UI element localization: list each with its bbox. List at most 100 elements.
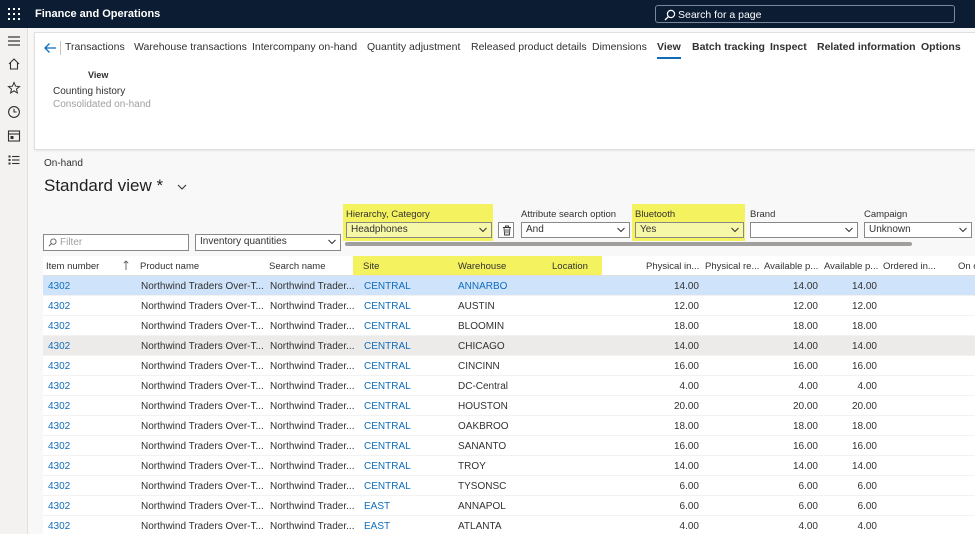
table-row[interactable]: 4302 Northwind Traders Over-T... Northwind… (43, 416, 975, 436)
table-row[interactable]: 4302 Northwind Traders Over-T... Northwind… (43, 376, 975, 396)
item-number-link[interactable]: 4302 (48, 461, 70, 472)
list-icon[interactable] (7, 153, 21, 167)
workspace-icon[interactable] (7, 129, 21, 143)
tab-options[interactable]: Options (921, 41, 961, 53)
hamburger-icon[interactable] (7, 34, 21, 48)
item-number-link[interactable]: 4302 (48, 321, 70, 332)
waffle-icon[interactable] (8, 8, 20, 20)
item-number-link[interactable]: 4302 (48, 481, 70, 492)
site-cell: CENTRAL (364, 381, 411, 392)
campaign-select[interactable]: Unknown (864, 222, 972, 238)
col-ordered-in-total[interactable]: Ordered in... (883, 261, 936, 272)
app-title[interactable]: Finance and Operations (35, 8, 160, 20)
site-cell: CENTRAL (364, 301, 411, 312)
search-name-cell: Northwind Trader... (270, 441, 355, 452)
table-row[interactable]: 4302 Northwind Traders Over-T... Northwind… (43, 276, 975, 296)
back-arrow-icon[interactable] (43, 41, 57, 55)
clear-filters-button[interactable] (498, 222, 514, 238)
hierarchy-value: Headphones (351, 224, 408, 235)
tab-released-product-details[interactable]: Released product details (471, 41, 587, 53)
hierarchy-select[interactable]: Headphones (346, 222, 492, 238)
col-on-order[interactable]: On o (958, 261, 975, 272)
item-number-link[interactable]: 4302 (48, 521, 70, 532)
item-number-link[interactable]: 4302 (48, 361, 70, 372)
col-product-name[interactable]: Product name (140, 261, 199, 272)
col-site[interactable]: Site (363, 261, 379, 272)
warehouse-cell: CINCINN (458, 361, 500, 372)
table-row[interactable]: 4302 Northwind Traders Over-T... Northwind… (43, 436, 975, 456)
available-physical-cell: 4.00 (798, 381, 818, 392)
table-row[interactable]: 4302 Northwind Traders Over-T... Northwind… (43, 496, 975, 516)
physical-inventory-cell: 14.00 (673, 341, 699, 352)
tab-transactions[interactable]: Transactions (65, 41, 125, 53)
available-physical-2-cell: 16.00 (851, 441, 877, 452)
filter-input[interactable]: Filter (43, 234, 189, 251)
product-name-cell: Northwind Traders Over-T... (141, 521, 264, 532)
physical-inventory-cell: 6.00 (679, 501, 699, 512)
chevron-down-icon[interactable] (177, 183, 187, 191)
item-number-link[interactable]: 4302 (48, 501, 70, 512)
table-row[interactable]: 4302 Northwind Traders Over-T... Northwind… (43, 296, 975, 316)
tab-view[interactable]: View (657, 41, 681, 59)
product-name-cell: Northwind Traders Over-T... (141, 481, 264, 492)
physical-inventory-cell: 4.00 (679, 521, 699, 532)
campaign-label: Campaign (864, 209, 908, 220)
available-physical-2-cell: 4.00 (857, 381, 877, 392)
item-number-link[interactable]: 4302 (48, 281, 70, 292)
table-row[interactable]: 4302 Northwind Traders Over-T... Northwind… (43, 336, 975, 356)
col-physical-inventory[interactable]: Physical in... (646, 261, 699, 272)
tab-warehouse-transactions[interactable]: Warehouse transactions (134, 41, 247, 53)
search-name-cell: Northwind Trader... (270, 281, 355, 292)
product-name-cell: Northwind Traders Over-T... (141, 341, 264, 352)
col-item-number[interactable]: Item number (46, 261, 99, 272)
table-row[interactable]: 4302 Northwind Traders Over-T... Northwind… (43, 396, 975, 416)
product-name-cell: Northwind Traders Over-T... (141, 401, 264, 412)
sort-arrow-icon[interactable] (123, 260, 129, 271)
available-physical-2-cell: 4.00 (857, 521, 877, 532)
consolidated-on-hand-button[interactable]: Consolidated on-hand (53, 99, 151, 110)
col-available-physical[interactable]: Available p... (764, 261, 818, 272)
table-row[interactable]: 4302 Northwind Traders Over-T... Northwind… (43, 516, 975, 534)
attr-search-select[interactable]: And (521, 222, 630, 238)
chevron-down-icon (479, 227, 487, 233)
page-title[interactable]: Standard view * (44, 176, 163, 196)
clock-icon[interactable] (7, 105, 21, 119)
table-row[interactable]: 4302 Northwind Traders Over-T... Northwind… (43, 316, 975, 336)
item-number-link[interactable]: 4302 (48, 421, 70, 432)
warehouse-cell: TROY (458, 461, 486, 472)
home-icon[interactable] (7, 57, 21, 71)
warehouse-cell: BLOOMIN (458, 321, 505, 332)
search-box[interactable]: Search for a page (655, 5, 955, 23)
tab-inspect[interactable]: Inspect (770, 41, 807, 53)
col-location[interactable]: Location (552, 261, 588, 272)
col-available-physical-2[interactable]: Available p... (824, 261, 878, 272)
table-row[interactable]: 4302 Northwind Traders Over-T... Northwind… (43, 476, 975, 496)
tab-related-information[interactable]: Related information (817, 41, 916, 53)
counting-history-button[interactable]: Counting history (53, 86, 125, 97)
brand-select[interactable] (750, 222, 858, 238)
item-number-link[interactable]: 4302 (48, 401, 70, 412)
inventory-select-value: Inventory quantities (200, 236, 287, 247)
item-number-link[interactable]: 4302 (48, 381, 70, 392)
available-physical-2-cell: 18.00 (851, 421, 877, 432)
tab-batch-tracking[interactable]: Batch tracking (692, 41, 765, 53)
site-cell: CENTRAL (364, 441, 411, 452)
filter-scrollbar[interactable] (345, 242, 912, 246)
item-number-link[interactable]: 4302 (48, 341, 70, 352)
inventory-select[interactable]: Inventory quantities (195, 234, 341, 251)
col-warehouse[interactable]: Warehouse (458, 261, 506, 272)
available-physical-cell: 16.00 (792, 441, 818, 452)
star-icon[interactable] (7, 81, 21, 95)
col-search-name[interactable]: Search name (269, 261, 326, 272)
table-row[interactable]: 4302 Northwind Traders Over-T... Northwind… (43, 456, 975, 476)
item-number-link[interactable]: 4302 (48, 441, 70, 452)
page-caption: On-hand (44, 158, 83, 169)
tab-quantity-adjustment[interactable]: Quantity adjustment (367, 41, 460, 53)
filter-placeholder: Filter (60, 237, 83, 248)
tab-dimensions[interactable]: Dimensions (592, 41, 647, 53)
table-row[interactable]: 4302 Northwind Traders Over-T... Northwind… (43, 356, 975, 376)
col-physical-reserved[interactable]: Physical re... (705, 261, 759, 272)
tab-intercompany-on-hand[interactable]: Intercompany on-hand (252, 41, 357, 53)
bluetooth-select[interactable]: Yes (635, 222, 744, 238)
item-number-link[interactable]: 4302 (48, 301, 70, 312)
